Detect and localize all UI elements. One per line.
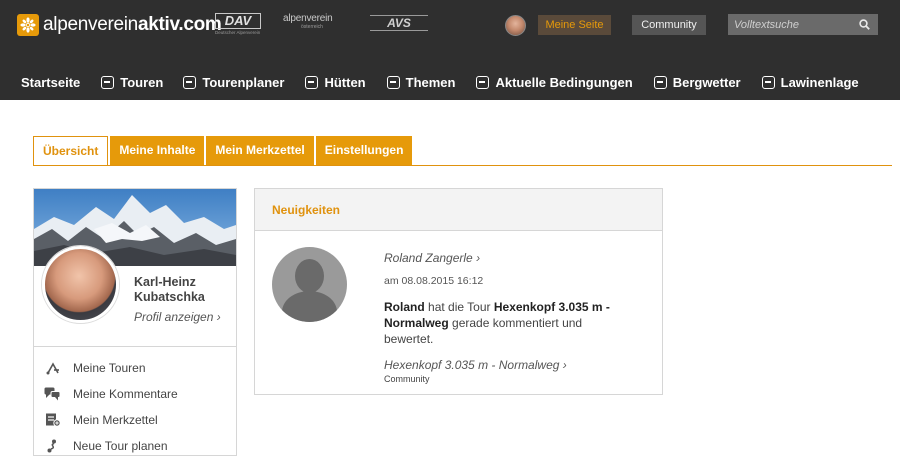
avatar-placeholder-body [282,291,337,322]
conditions-icon [476,75,490,89]
dav-logo[interactable]: DAV Deutscher Alpenverein [215,13,263,35]
nav-label: Touren [120,74,164,90]
news-title: Neuigkeiten [255,189,662,231]
avalanche-icon [761,75,775,89]
news-entry: Roland Zangerle › am 08.08.2015 16:12 Ro… [384,251,634,384]
news-author-link[interactable]: Roland Zangerle › [384,251,634,267]
nav-label: Startseite [21,74,81,90]
nav-label: Hütten [324,74,366,90]
nav-label: Lawinenlage [780,74,859,90]
tab-meine-inhalte[interactable]: Meine Inhalte [110,136,205,165]
avs-logo[interactable]: AVS [370,15,428,33]
nav-label: Themen [405,74,456,90]
search-input[interactable] [728,14,854,35]
menu-meine-touren[interactable]: Meine Touren [44,355,234,381]
logo-text: alpenvereinaktiv.com [43,14,222,35]
community-button[interactable]: Community [632,15,706,35]
profile-name: Karl-Heinz Kubatschka [134,275,205,304]
weather-icon [653,75,667,89]
tab-mein-merkzettel[interactable]: Mein Merkzettel [206,136,314,165]
chevron-right-icon: › [476,251,481,265]
planner-icon [183,75,197,89]
nav-bergwetter[interactable]: Bergwetter [653,74,741,90]
tab-divider [33,165,892,166]
meine-seite-button[interactable]: Meine Seite [538,15,611,35]
edelweiss-icon [17,14,39,36]
nav-label: Bergwetter [672,74,741,90]
topics-icon [386,75,400,89]
nav-themen[interactable]: Themen [386,74,456,90]
news-text: Roland hat die Tour Hexenkopf 3.035 m - … [384,300,610,346]
hut-icon [305,75,319,89]
top-bar: alpenvereinaktiv.com DAV Deutscher Alpen… [0,0,900,52]
profile-tabs: Übersicht Meine Inhalte Mein Merkzettel … [33,136,414,166]
nav-huetten[interactable]: Hütten [305,74,366,90]
chevron-right-icon: › [216,310,221,324]
profile-card: Karl-Heinz Kubatschka Profil anzeigen › … [33,188,237,456]
nav-label: Tourenplaner [202,74,285,90]
avatar-placeholder-head [295,259,324,293]
menu-mein-merkzettel[interactable]: Mein Merkzettel [44,407,234,433]
menu-neue-tour-planen[interactable]: Neue Tour planen [44,433,234,459]
site-header: alpenvereinaktiv.com DAV Deutscher Alpen… [0,0,900,100]
tours-icon [44,361,61,375]
news-tour-link[interactable]: Hexenkopf 3.035 m - Normalweg › [384,358,634,372]
tab-uebersicht[interactable]: Übersicht [33,136,109,166]
menu-meine-kommentare[interactable]: Meine Kommentare [44,381,234,407]
news-panel: Neuigkeiten Roland Zangerle › am 08.08.2… [254,188,663,395]
main-navigation: Startseite Touren Tourenplaner Hütten Th… [0,70,900,94]
profile-divider [34,346,236,347]
route-plan-icon [44,439,61,453]
tab-einstellungen[interactable]: Einstellungen [315,136,413,165]
profile-view-link[interactable]: Profil anzeigen › [134,310,221,324]
nav-aktuelle-bedingungen[interactable]: Aktuelle Bedingungen [476,74,633,90]
news-date: am 08.08.2015 16:12 [384,275,484,287]
nav-lawinenlage[interactable]: Lawinenlage [761,74,859,90]
tour-icon [101,75,115,89]
oeav-logo[interactable]: alpenverein österreich [283,13,353,37]
bookmark-list-icon [44,413,61,427]
nav-touren[interactable]: Touren [101,75,163,90]
search-box [728,14,878,35]
nav-tourenplaner[interactable]: Tourenplaner [183,75,284,90]
profile-avatar[interactable] [42,246,119,323]
nav-startseite[interactable]: Startseite [21,75,80,90]
user-avatar[interactable] [505,15,526,36]
chevron-right-icon: › [562,358,567,372]
news-author-avatar[interactable] [272,247,347,322]
nav-label: Aktuelle Bedingungen [495,74,633,90]
site-logo[interactable]: alpenvereinaktiv.com [17,12,222,38]
news-category-tag: Community [384,374,430,384]
profile-menu: Meine Touren Meine Kommentare Mein Merkz… [44,355,234,459]
comments-icon [44,387,61,401]
search-icon[interactable] [859,19,870,30]
